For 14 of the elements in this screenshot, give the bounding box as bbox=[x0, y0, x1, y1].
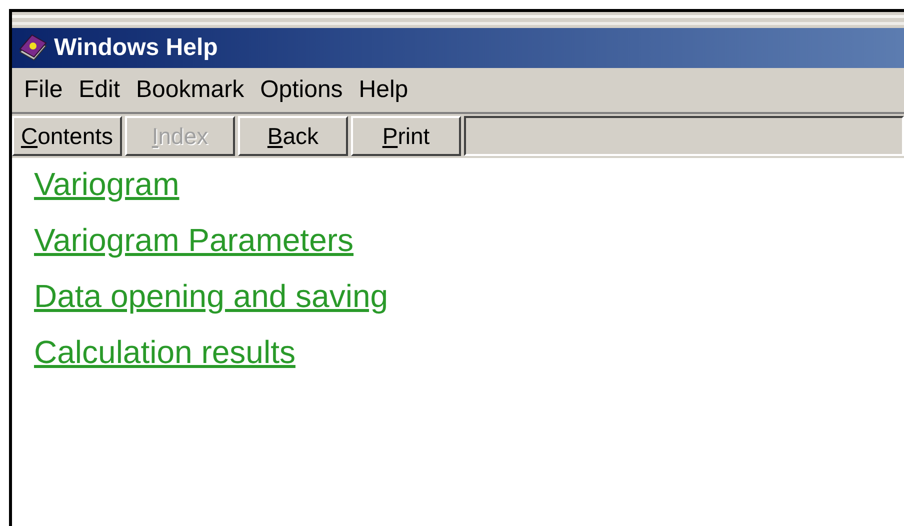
menu-item[interactable]: File bbox=[16, 76, 71, 104]
toolbar-button[interactable]: Contents bbox=[12, 116, 122, 156]
toolbar-button[interactable]: Print bbox=[351, 116, 461, 156]
menu-item[interactable]: Edit bbox=[70, 76, 128, 104]
menu-item[interactable]: Options bbox=[252, 76, 351, 104]
toolbar-button[interactable]: Back bbox=[238, 116, 348, 156]
menu-item[interactable]: Help bbox=[350, 76, 416, 104]
topic-link[interactable]: Data opening and saving bbox=[34, 276, 388, 316]
menu-item[interactable]: Bookmark bbox=[128, 76, 252, 104]
topic-link[interactable]: Variogram bbox=[34, 164, 180, 204]
window-title: Windows Help bbox=[54, 34, 218, 62]
help-book-icon bbox=[18, 34, 48, 62]
topic-link[interactable]: Calculation results bbox=[34, 332, 296, 372]
topic-link[interactable]: Variogram Parameters bbox=[34, 220, 354, 260]
